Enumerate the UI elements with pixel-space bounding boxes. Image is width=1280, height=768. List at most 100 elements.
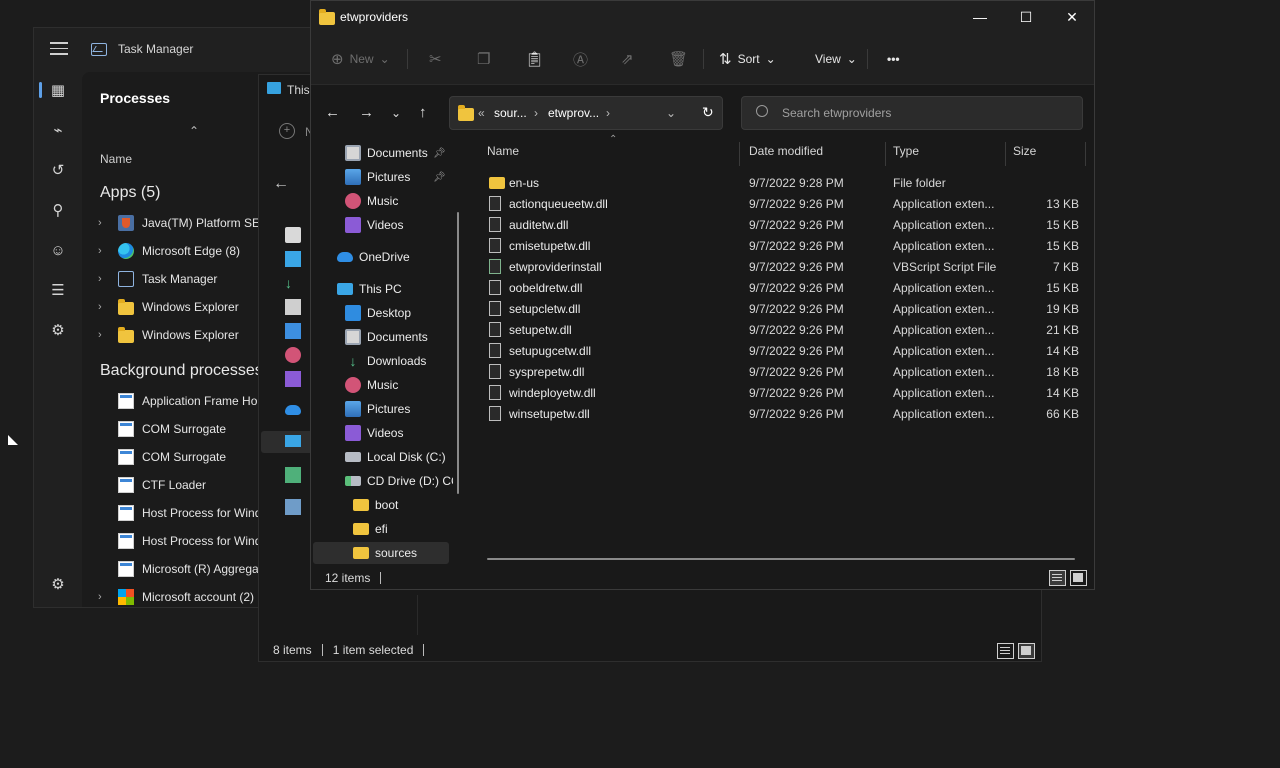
column-header-name[interactable]: Name xyxy=(487,144,519,158)
nav-item-documents[interactable]: Documents 📌︎ xyxy=(345,142,465,164)
users-icon[interactable]: ☺ xyxy=(46,238,70,262)
back-arrow-icon[interactable]: ← xyxy=(273,175,289,193)
details-view-icon[interactable] xyxy=(1049,570,1066,586)
nav-item-this-pc[interactable]: This PC xyxy=(337,278,402,300)
nav-item-local-disk[interactable]: Local Disk (C:) xyxy=(345,446,446,468)
column-divider[interactable] xyxy=(1085,142,1086,166)
nav-item-pictures[interactable]: Pictures 📌︎ xyxy=(345,166,465,188)
startup-apps-icon[interactable]: ⚲ xyxy=(46,198,70,222)
expand-chevron-icon[interactable]: › xyxy=(98,273,118,285)
share-icon[interactable]: ⇗ xyxy=(621,47,634,71)
column-divider[interactable] xyxy=(885,142,886,166)
file-row[interactable]: cmisetupetw.dll 9/7/2022 9:26 PM Applica… xyxy=(487,235,1087,256)
breadcrumb-overflow[interactable]: « xyxy=(478,106,485,120)
nav-item-desktop[interactable]: Desktop xyxy=(345,302,411,324)
column-header-size[interactable]: Size xyxy=(1013,144,1036,158)
address-bar[interactable]: « sour... › etwprov... › ⌄ ↻ xyxy=(449,96,723,130)
file-row[interactable]: sysprepetw.dll 9/7/2022 9:26 PM Applicat… xyxy=(487,361,1087,382)
file-row[interactable]: setupcletw.dll 9/7/2022 9:26 PM Applicat… xyxy=(487,298,1087,319)
view-button[interactable]: View ⌄ xyxy=(815,47,857,71)
performance-icon[interactable]: ⌁ xyxy=(46,118,70,142)
network-drive-icon[interactable] xyxy=(285,467,301,483)
network-icon[interactable] xyxy=(285,499,301,515)
column-header-date[interactable]: Date modified xyxy=(749,144,823,158)
pictures-icon[interactable] xyxy=(285,323,301,339)
breadcrumb-item[interactable]: sour... xyxy=(494,106,527,120)
hamburger-menu-icon[interactable] xyxy=(50,42,68,56)
file-row[interactable]: oobeldretw.dll 9/7/2022 9:26 PM Applicat… xyxy=(487,277,1087,298)
processes-icon[interactable]: ▦ xyxy=(46,78,70,102)
nav-item-documents[interactable]: Documents xyxy=(345,326,428,348)
file-row[interactable]: winsetupetw.dll 9/7/2022 9:26 PM Applica… xyxy=(487,403,1087,424)
expand-chevron-icon[interactable]: › xyxy=(98,591,118,603)
settings-icon[interactable]: ⚙ xyxy=(46,572,70,596)
new-plus-icon[interactable]: + xyxy=(279,123,295,139)
desktop-icon[interactable] xyxy=(285,251,301,267)
expand-chevron-icon[interactable]: › xyxy=(98,301,118,313)
refresh-icon[interactable]: ↻ xyxy=(702,104,714,121)
more-options-button[interactable]: ••• xyxy=(887,47,900,71)
back-arrow-icon[interactable]: ← xyxy=(325,104,340,121)
app-history-icon[interactable]: ↺ xyxy=(46,158,70,182)
file-row[interactable]: actionqueueetw.dll 9/7/2022 9:26 PM Appl… xyxy=(487,193,1087,214)
home-icon[interactable] xyxy=(285,227,301,243)
expand-chevron-icon[interactable]: › xyxy=(98,217,118,229)
breadcrumb-chevron-icon[interactable]: › xyxy=(534,106,538,120)
minimize-icon[interactable]: — xyxy=(957,1,1003,33)
nav-pane-scrollbar[interactable] xyxy=(457,212,459,494)
file-row[interactable]: etwproviderinstall 9/7/2022 9:26 PM VBSc… xyxy=(487,256,1087,277)
tiles-view-icon[interactable] xyxy=(1018,643,1035,659)
horizontal-scrollbar[interactable] xyxy=(487,558,1075,560)
nav-item-downloads[interactable]: ↓ Downloads xyxy=(345,350,427,372)
breadcrumb-chevron-icon[interactable]: › xyxy=(606,106,610,120)
expand-chevron-icon[interactable]: › xyxy=(98,245,118,257)
onedrive-icon[interactable] xyxy=(285,405,301,415)
delete-icon[interactable]: 🗑︎ xyxy=(669,47,688,71)
cut-icon[interactable]: ✂ xyxy=(429,47,442,71)
paste-icon[interactable]: 📋︎ xyxy=(525,47,544,71)
file-row[interactable]: setupetw.dll 9/7/2022 9:26 PM Applicatio… xyxy=(487,319,1087,340)
details-view-icon[interactable] xyxy=(997,643,1014,659)
up-arrow-icon[interactable]: ↑ xyxy=(419,104,427,121)
breadcrumb-item[interactable]: etwprov... xyxy=(548,106,599,120)
recent-locations-chevron-icon[interactable]: ⌄ xyxy=(391,106,401,120)
this-pc-nav-icon[interactable] xyxy=(285,435,301,447)
nav-item-videos[interactable]: Videos xyxy=(345,422,403,444)
details-icon[interactable]: ☰ xyxy=(46,278,70,302)
videos-icon[interactable] xyxy=(285,371,301,387)
music-icon[interactable] xyxy=(285,347,301,363)
maximize-icon[interactable]: ☐ xyxy=(1003,1,1049,33)
services-icon[interactable]: ⚙ xyxy=(46,318,70,342)
file-row[interactable]: en-us 9/7/2022 9:28 PM File folder xyxy=(487,172,1087,193)
nav-item-boot[interactable]: boot xyxy=(353,494,398,516)
file-row[interactable]: windeployetw.dll 9/7/2022 9:26 PM Applic… xyxy=(487,382,1087,403)
new-button[interactable]: ⊕ New ⌄ xyxy=(331,47,390,71)
column-header-name[interactable]: Name xyxy=(100,152,132,166)
search-box[interactable] xyxy=(741,96,1083,130)
file-row[interactable]: auditetw.dll 9/7/2022 9:26 PM Applicatio… xyxy=(487,214,1087,235)
sort-button[interactable]: ⇅ Sort ⌄ xyxy=(719,47,776,71)
column-header-type[interactable]: Type xyxy=(893,144,919,158)
nav-item-cd-drive[interactable]: CD Drive (D:) CC xyxy=(345,470,453,492)
file-size: 15 KB xyxy=(1046,218,1079,232)
tiles-view-icon[interactable] xyxy=(1070,570,1087,586)
download-icon[interactable]: ↓ xyxy=(285,275,301,291)
nav-item-music[interactable]: Music xyxy=(345,190,398,212)
nav-item-sources[interactable]: sources xyxy=(313,542,449,564)
rename-icon[interactable]: Ⓐ xyxy=(573,47,588,71)
document-icon[interactable] xyxy=(285,299,301,315)
nav-item-onedrive[interactable]: OneDrive xyxy=(337,246,410,268)
nav-item-pictures[interactable]: Pictures xyxy=(345,398,410,420)
nav-item-music[interactable]: Music xyxy=(345,374,398,396)
search-input[interactable] xyxy=(782,104,1072,122)
expand-chevron-icon[interactable]: › xyxy=(98,329,118,341)
nav-item-efi[interactable]: efi xyxy=(353,518,388,540)
file-row[interactable]: setupugcetw.dll 9/7/2022 9:26 PM Applica… xyxy=(487,340,1087,361)
close-icon[interactable]: ✕ xyxy=(1049,1,1094,33)
forward-arrow-icon[interactable]: → xyxy=(359,104,374,121)
copy-icon[interactable]: ❐ xyxy=(477,47,490,71)
column-divider[interactable] xyxy=(1005,142,1006,166)
nav-item-videos[interactable]: Videos xyxy=(345,214,403,236)
column-divider[interactable] xyxy=(739,142,740,166)
address-dropdown-icon[interactable]: ⌄ xyxy=(666,106,676,120)
